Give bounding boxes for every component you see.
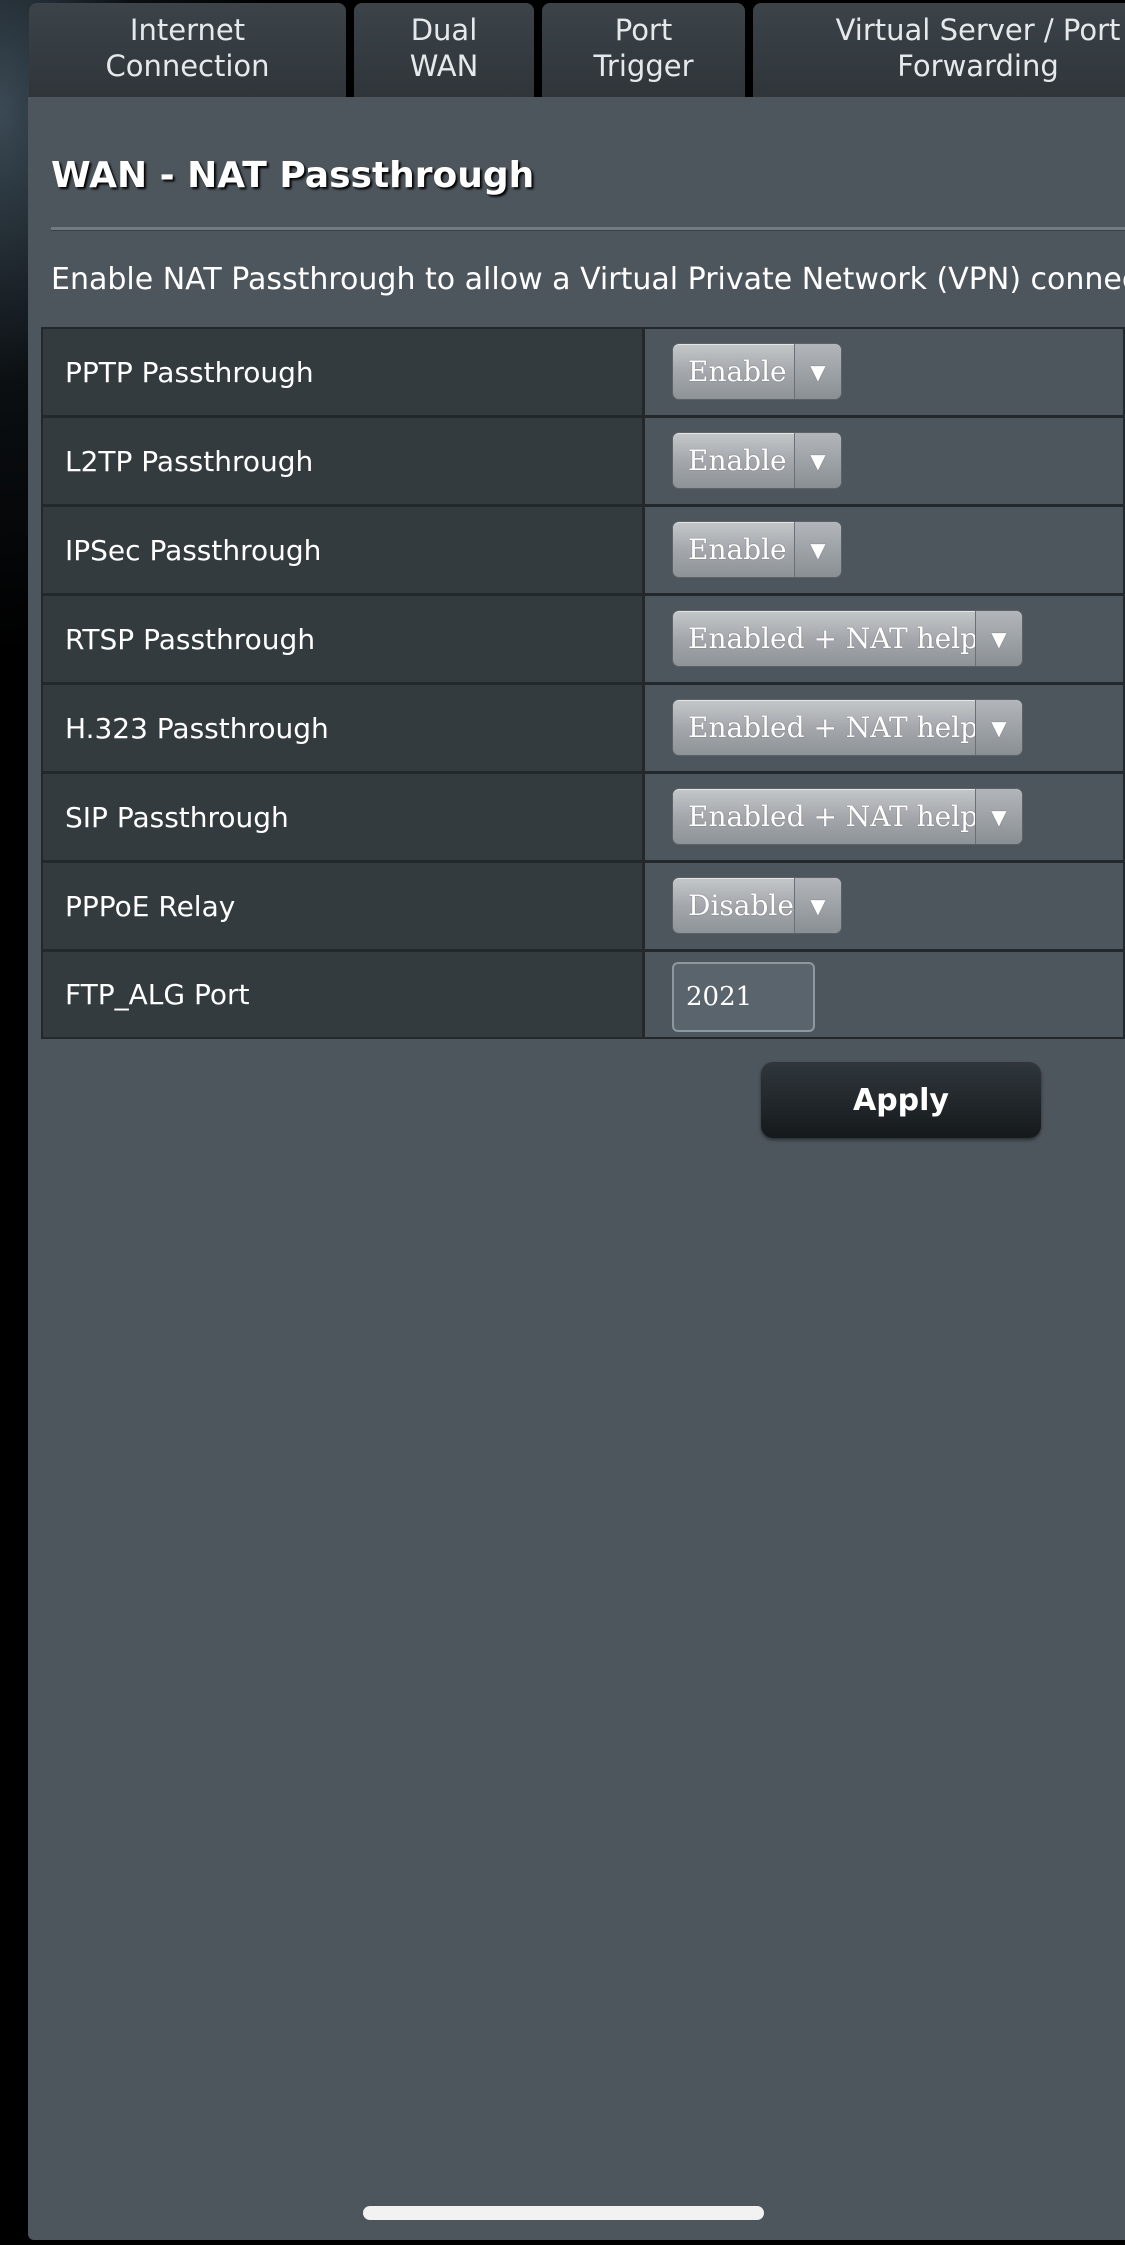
- home-indicator[interactable]: [363, 2206, 764, 2220]
- triangle-down-icon[interactable]: ▼: [794, 878, 841, 933]
- rtsp-passthrough-select[interactable]: Enabled + NAT helper ▼: [672, 610, 1023, 667]
- setting-row-pptp-passthrough: PPTP Passthrough Enable ▼: [41, 327, 1125, 416]
- setting-control-cell: Enabled + NAT helper ▼: [645, 685, 1123, 771]
- setting-control-cell: Enable ▼: [645, 507, 1123, 593]
- l2tp-passthrough-select[interactable]: Enable ▼: [672, 432, 842, 489]
- setting-row-ftp-alg-port: FTP_ALG Port: [41, 950, 1125, 1039]
- h-323-passthrough-select[interactable]: Enabled + NAT helper ▼: [672, 699, 1023, 756]
- tab-label: Virtual Server / Port Forwarding: [835, 13, 1121, 83]
- setting-control-cell: Enable ▼: [645, 418, 1123, 504]
- select-value: Enable: [688, 533, 787, 566]
- select-value: Enable: [688, 355, 787, 388]
- setting-label: RTSP Passthrough: [43, 596, 645, 682]
- screen: Internet Connection Dual WAN Port Trigge…: [0, 0, 1125, 2245]
- setting-control-cell: Enabled + NAT helper ▼: [645, 596, 1123, 682]
- page-description: Enable NAT Passthrough to allow a Virtua…: [51, 262, 1125, 297]
- triangle-down-icon[interactable]: ▼: [794, 433, 841, 488]
- tab-bar: Internet Connection Dual WAN Port Trigge…: [0, 0, 1125, 97]
- sip-passthrough-select[interactable]: Enabled + NAT helper ▼: [672, 788, 1023, 845]
- ftp-alg-port-input[interactable]: [672, 962, 815, 1032]
- setting-row-sip-passthrough: SIP Passthrough Enabled + NAT helper ▼: [41, 772, 1125, 861]
- pppoe-relay-select[interactable]: Disable ▼: [672, 877, 842, 934]
- tab-dual-wan[interactable]: Dual WAN: [354, 3, 534, 97]
- triangle-down-icon[interactable]: ▼: [794, 344, 841, 399]
- setting-row-h-323-passthrough: H.323 Passthrough Enabled + NAT helper ▼: [41, 683, 1125, 772]
- select-value: Enabled + NAT helper: [688, 622, 1009, 655]
- tab-label: Port Trigger: [593, 13, 694, 83]
- setting-row-ipsec-passthrough: IPSec Passthrough Enable ▼: [41, 505, 1125, 594]
- tab-port-trigger[interactable]: Port Trigger: [542, 3, 745, 97]
- select-value: Enabled + NAT helper: [688, 800, 1009, 833]
- select-value: Enable: [688, 444, 787, 477]
- ipsec-passthrough-select[interactable]: Enable ▼: [672, 521, 842, 578]
- setting-control-cell: [645, 952, 1123, 1037]
- setting-label: PPPoE Relay: [43, 863, 645, 949]
- triangle-down-icon[interactable]: ▼: [975, 611, 1022, 666]
- select-value: Enabled + NAT helper: [688, 711, 1009, 744]
- setting-control-cell: Enable ▼: [645, 329, 1123, 415]
- select-value: Disable: [688, 889, 794, 922]
- tab-label: Internet Connection: [105, 13, 270, 83]
- tab-virtual-server-port-forwarding[interactable]: Virtual Server / Port Forwarding: [753, 3, 1125, 97]
- triangle-down-icon[interactable]: ▼: [794, 522, 841, 577]
- setting-row-l2tp-passthrough: L2TP Passthrough Enable ▼: [41, 416, 1125, 505]
- setting-row-rtsp-passthrough: RTSP Passthrough Enabled + NAT helper ▼: [41, 594, 1125, 683]
- tab-label: Dual WAN: [409, 13, 479, 83]
- pptp-passthrough-select[interactable]: Enable ▼: [672, 343, 842, 400]
- setting-label: IPSec Passthrough: [43, 507, 645, 593]
- setting-label: FTP_ALG Port: [43, 952, 645, 1037]
- setting-label: SIP Passthrough: [43, 774, 645, 860]
- setting-label: L2TP Passthrough: [43, 418, 645, 504]
- setting-label: H.323 Passthrough: [43, 685, 645, 771]
- tab-internet-connection[interactable]: Internet Connection: [29, 3, 346, 97]
- triangle-down-icon[interactable]: ▼: [975, 700, 1022, 755]
- setting-label: PPTP Passthrough: [43, 329, 645, 415]
- title-divider: [51, 227, 1125, 231]
- setting-control-cell: Disable ▼: [645, 863, 1123, 949]
- setting-row-pppoe-relay: PPPoE Relay Disable ▼: [41, 861, 1125, 950]
- setting-control-cell: Enabled + NAT helper ▼: [645, 774, 1123, 860]
- page-title: WAN - NAT Passthrough: [51, 155, 535, 196]
- apply-button[interactable]: Apply: [761, 1062, 1041, 1138]
- triangle-down-icon[interactable]: ▼: [975, 789, 1022, 844]
